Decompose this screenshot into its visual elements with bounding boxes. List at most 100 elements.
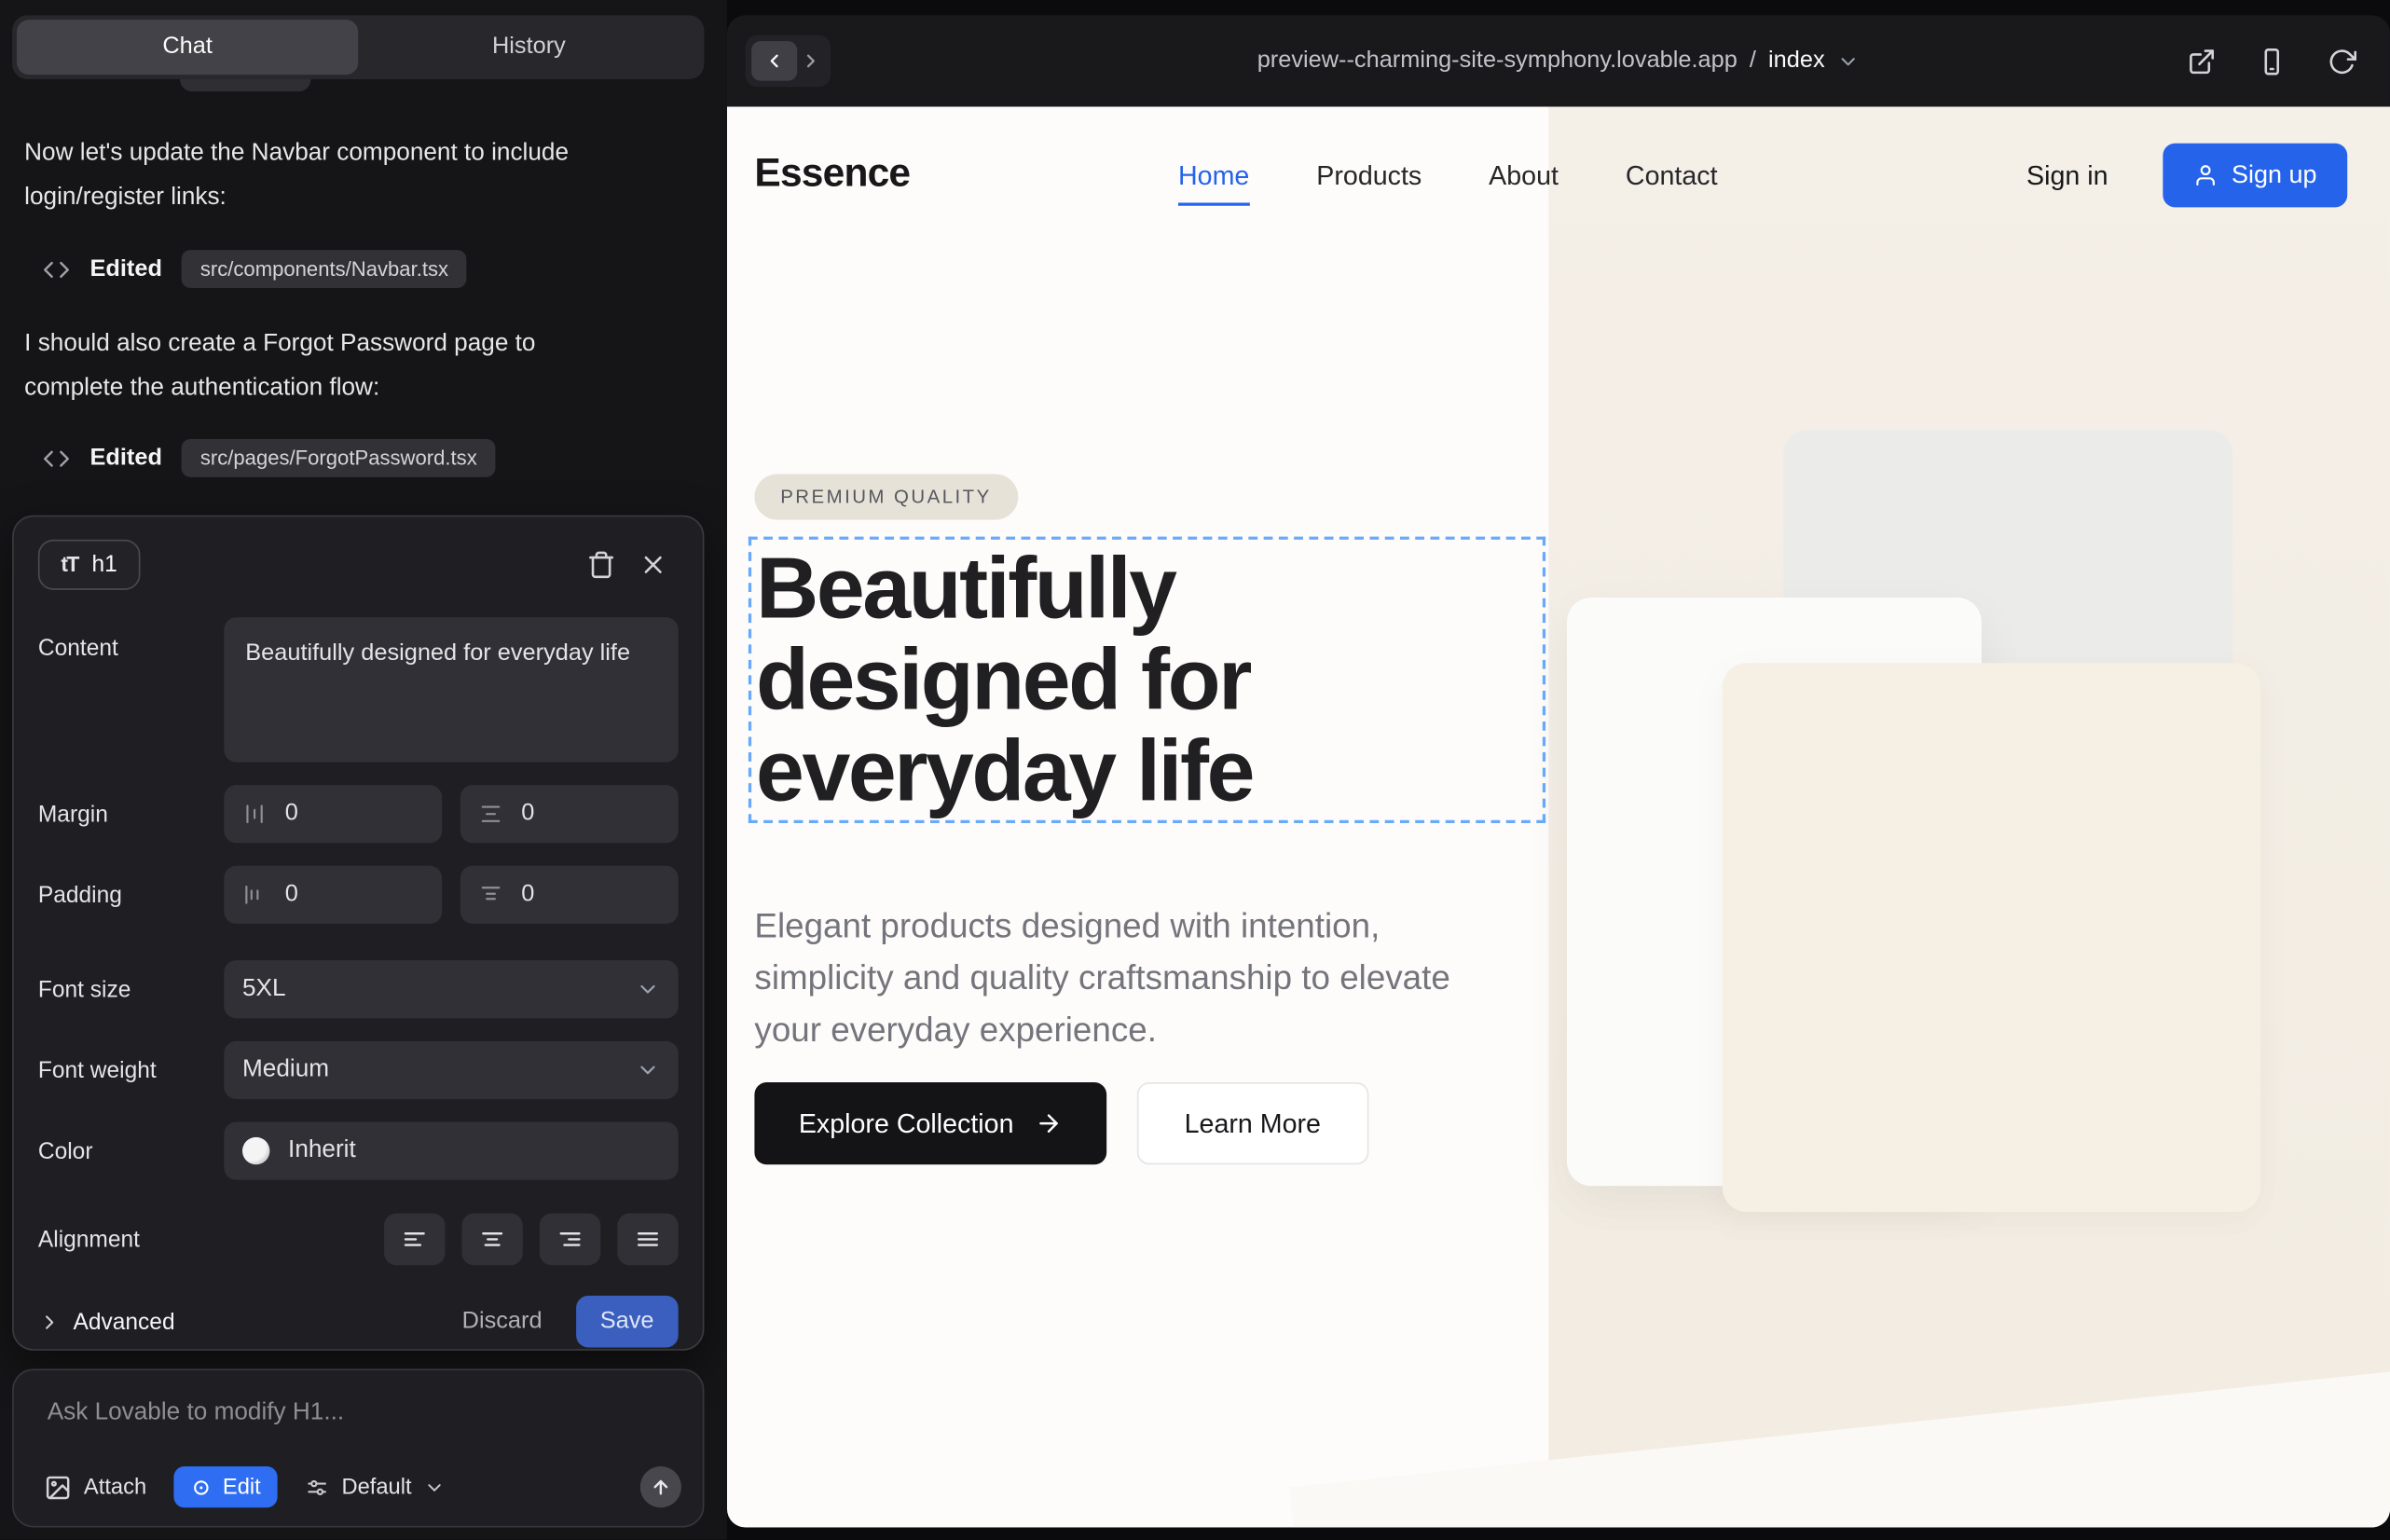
discard-button[interactable]: Discard xyxy=(462,1308,543,1335)
url-bar[interactable]: preview--charming-site-symphony.lovable.… xyxy=(727,15,2390,106)
nav-links: Home Products About Contact xyxy=(1178,106,1718,243)
selected-h1-outline[interactable]: Beautifully designed for everyday life xyxy=(749,537,1545,823)
margin-vertical-field[interactable] xyxy=(460,785,679,843)
padding-horizontal-field[interactable] xyxy=(224,866,442,924)
color-swatch xyxy=(242,1137,269,1164)
tab-bar: Chat History xyxy=(12,15,704,79)
edited-file-row: Edited src/components/Navbar.tsx xyxy=(43,250,703,288)
mobile-view-button[interactable] xyxy=(2258,47,2287,76)
explore-collection-button[interactable]: Explore Collection xyxy=(754,1082,1106,1164)
learn-more-button[interactable]: Learn More xyxy=(1137,1082,1368,1164)
delete-element-button[interactable] xyxy=(574,538,626,590)
element-tag-name: h1 xyxy=(91,551,117,577)
nav-link-home[interactable]: Home xyxy=(1178,159,1249,205)
edited-label: Edited xyxy=(89,255,161,282)
nav-link-contact[interactable]: Contact xyxy=(1626,159,1718,191)
preview-frame: preview--charming-site-symphony.lovable.… xyxy=(727,15,2390,1527)
content-row: Content Beautifully designed for everyda… xyxy=(38,617,679,762)
chat-message-list: Now let's update the Navbar component to… xyxy=(0,79,727,477)
editor-footer: Advanced Discard Save xyxy=(38,1296,679,1348)
align-justify-icon xyxy=(634,1226,661,1253)
chat-panel: Chat History Now let's update the Navbar… xyxy=(0,0,727,1540)
chevron-right-icon xyxy=(38,1310,62,1333)
nav-auth: Sign in Sign up xyxy=(2026,144,2347,208)
editor-header: tT h1 xyxy=(38,538,679,590)
hero-heading[interactable]: Beautifully designed for everyday life xyxy=(751,540,1543,818)
site-preview: Essence Home Products About Contact Sign… xyxy=(727,106,2390,1527)
edited-file-row: Edited src/pages/ForgotPassword.tsx xyxy=(43,439,703,477)
chat-message: I should also create a Forgot Password p… xyxy=(24,322,622,410)
file-chip[interactable]: src/pages/ForgotPassword.tsx xyxy=(182,439,495,477)
chevron-down-icon xyxy=(1837,49,1861,73)
mode-select[interactable]: Default xyxy=(305,1475,445,1499)
sign-in-link[interactable]: Sign in xyxy=(2026,159,2108,191)
close-icon xyxy=(638,549,666,578)
nav-link-about[interactable]: About xyxy=(1489,159,1559,191)
advanced-toggle[interactable]: Advanced xyxy=(38,1309,175,1335)
tab-chat[interactable]: Chat xyxy=(17,20,358,75)
chevron-down-icon xyxy=(424,1477,446,1498)
code-icon xyxy=(43,255,70,282)
attach-label: Attach xyxy=(84,1475,146,1499)
margin-vertical-icon xyxy=(478,802,502,826)
align-center-icon xyxy=(478,1226,505,1253)
margin-x-input[interactable] xyxy=(282,799,350,830)
chevron-down-icon xyxy=(636,1058,660,1082)
chat-message: Now let's update the Navbar component to… xyxy=(24,131,622,220)
site-logo[interactable]: Essence xyxy=(754,149,910,197)
trash-icon xyxy=(586,549,615,578)
code-icon xyxy=(43,445,70,472)
chat-composer: Attach Edit Default xyxy=(12,1368,704,1527)
color-value: Inherit xyxy=(288,1137,356,1164)
align-right-icon xyxy=(556,1226,584,1253)
chat-input[interactable] xyxy=(44,1397,660,1428)
url-separator: / xyxy=(1750,48,1756,75)
edit-target-icon xyxy=(191,1477,213,1498)
image-attach-icon xyxy=(44,1473,71,1500)
refresh-button[interactable] xyxy=(2328,47,2356,76)
tab-history[interactable]: History xyxy=(358,20,699,75)
attach-button[interactable]: Attach xyxy=(44,1473,146,1500)
padding-y-input[interactable] xyxy=(518,880,585,911)
decor-card-beige xyxy=(1723,663,2260,1212)
content-input[interactable]: Beautifully designed for everyday life xyxy=(224,617,678,762)
advanced-label: Advanced xyxy=(73,1309,174,1335)
font-weight-select[interactable]: Medium xyxy=(224,1041,678,1099)
margin-y-input[interactable] xyxy=(518,799,585,830)
margin-horizontal-icon xyxy=(242,802,267,826)
close-editor-button[interactable] xyxy=(626,538,679,590)
font-weight-row: Font weight Medium xyxy=(38,1041,679,1099)
nav-link-products[interactable]: Products xyxy=(1316,159,1422,191)
alignment-label: Alignment xyxy=(38,1227,224,1253)
color-row: Color Inherit xyxy=(38,1122,679,1180)
edit-label: Edit xyxy=(223,1475,261,1499)
align-left-button[interactable] xyxy=(384,1214,445,1266)
padding-horizontal-icon xyxy=(242,883,267,907)
sign-up-button[interactable]: Sign up xyxy=(2163,144,2347,208)
padding-vertical-field[interactable] xyxy=(460,866,679,924)
typography-icon: tT xyxy=(61,552,77,576)
edit-mode-button[interactable]: Edit xyxy=(174,1466,278,1507)
open-external-button[interactable] xyxy=(2188,47,2217,76)
font-size-value: 5XL xyxy=(242,976,286,1003)
hero-cta-row: Explore Collection Learn More xyxy=(754,1082,1367,1164)
file-chip[interactable]: src/components/Navbar.tsx xyxy=(182,250,467,288)
font-weight-label: Font weight xyxy=(38,1057,224,1083)
margin-horizontal-field[interactable] xyxy=(224,785,442,843)
align-center-button[interactable] xyxy=(461,1214,522,1266)
mode-label: Default xyxy=(341,1475,411,1499)
font-size-row: Font size 5XL xyxy=(38,960,679,1018)
color-select[interactable]: Inherit xyxy=(224,1122,678,1180)
align-justify-button[interactable] xyxy=(617,1214,678,1266)
send-button[interactable] xyxy=(640,1466,681,1507)
padding-x-input[interactable] xyxy=(282,880,350,911)
premium-quality-badge: PREMIUM QUALITY xyxy=(754,474,1017,520)
chrome-actions xyxy=(2188,15,2357,106)
save-button[interactable]: Save xyxy=(576,1296,679,1348)
margin-row: Margin xyxy=(38,785,679,843)
align-right-button[interactable] xyxy=(540,1214,600,1266)
padding-vertical-icon xyxy=(478,883,502,907)
font-size-select[interactable]: 5XL xyxy=(224,960,678,1018)
color-label: Color xyxy=(38,1138,224,1164)
chevron-down-icon xyxy=(636,977,660,1001)
